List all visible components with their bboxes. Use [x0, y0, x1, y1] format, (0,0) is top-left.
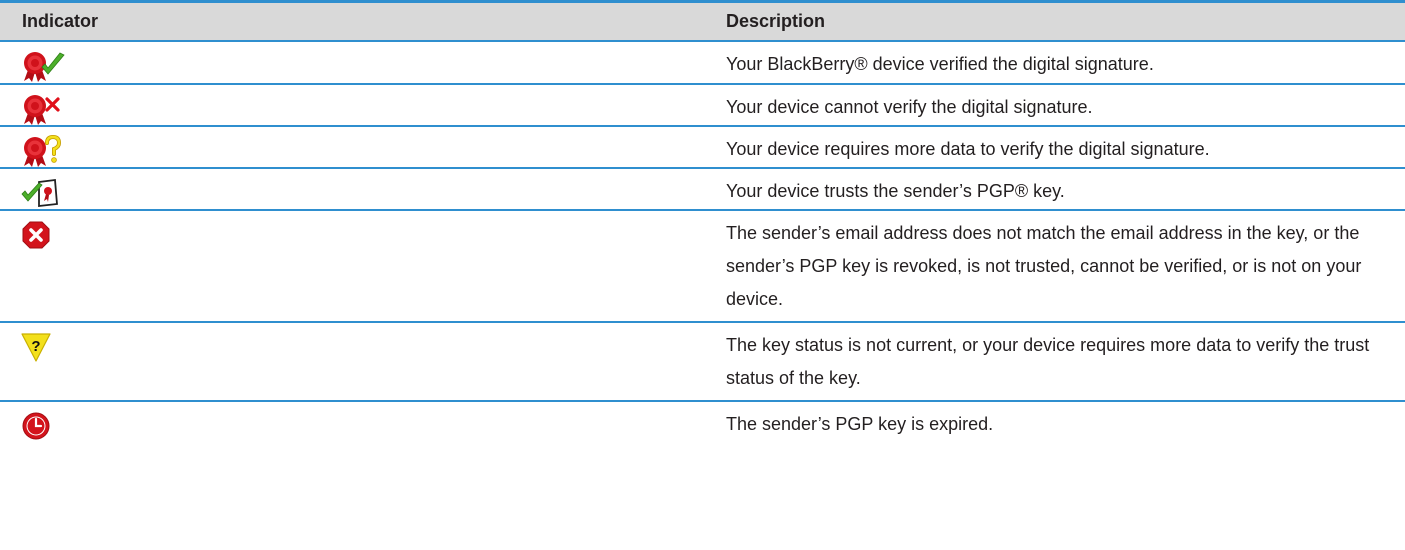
description-column-header: Description: [726, 11, 826, 31]
row-description: Your BlackBerry® device verified the dig…: [726, 54, 1154, 74]
warning-question-icon: ?: [20, 331, 68, 365]
table-row: Your device requires more data to verify…: [0, 127, 1405, 169]
expired-clock-icon: [20, 410, 68, 444]
table-header: Indicator Description: [0, 0, 1405, 42]
row-description: The sender’s PGP key is expired.: [726, 414, 994, 434]
table-row: ? The key status is not current, or your…: [0, 323, 1405, 402]
svg-text:?: ?: [31, 338, 40, 355]
indicator-table: Indicator Description Your BlackBerry® d…: [0, 0, 1405, 447]
stop-x-icon: [20, 219, 68, 253]
row-description: Your device cannot verify the digital si…: [726, 97, 1093, 117]
seal-check-icon: [20, 50, 68, 84]
table-row: The sender’s PGP key is expired.: [0, 402, 1405, 447]
row-description: Your device requires more data to verify…: [726, 139, 1210, 159]
table-row: Your device trusts the sender’s PGP® key…: [0, 169, 1405, 211]
indicator-column-header: Indicator: [22, 11, 99, 31]
table-row: Your BlackBerry® device verified the dig…: [0, 42, 1405, 85]
table-row: The sender’s email address does not matc…: [0, 211, 1405, 323]
seal-x-icon: [20, 93, 68, 127]
row-description: The sender’s email address does not matc…: [726, 223, 1362, 309]
seal-question-icon: [20, 135, 68, 169]
trusted-key-icon: [20, 177, 68, 211]
row-description: The key status is not current, or your d…: [726, 335, 1370, 388]
table-row: Your device cannot verify the digital si…: [0, 85, 1405, 127]
row-description: Your device trusts the sender’s PGP® key…: [726, 181, 1065, 201]
